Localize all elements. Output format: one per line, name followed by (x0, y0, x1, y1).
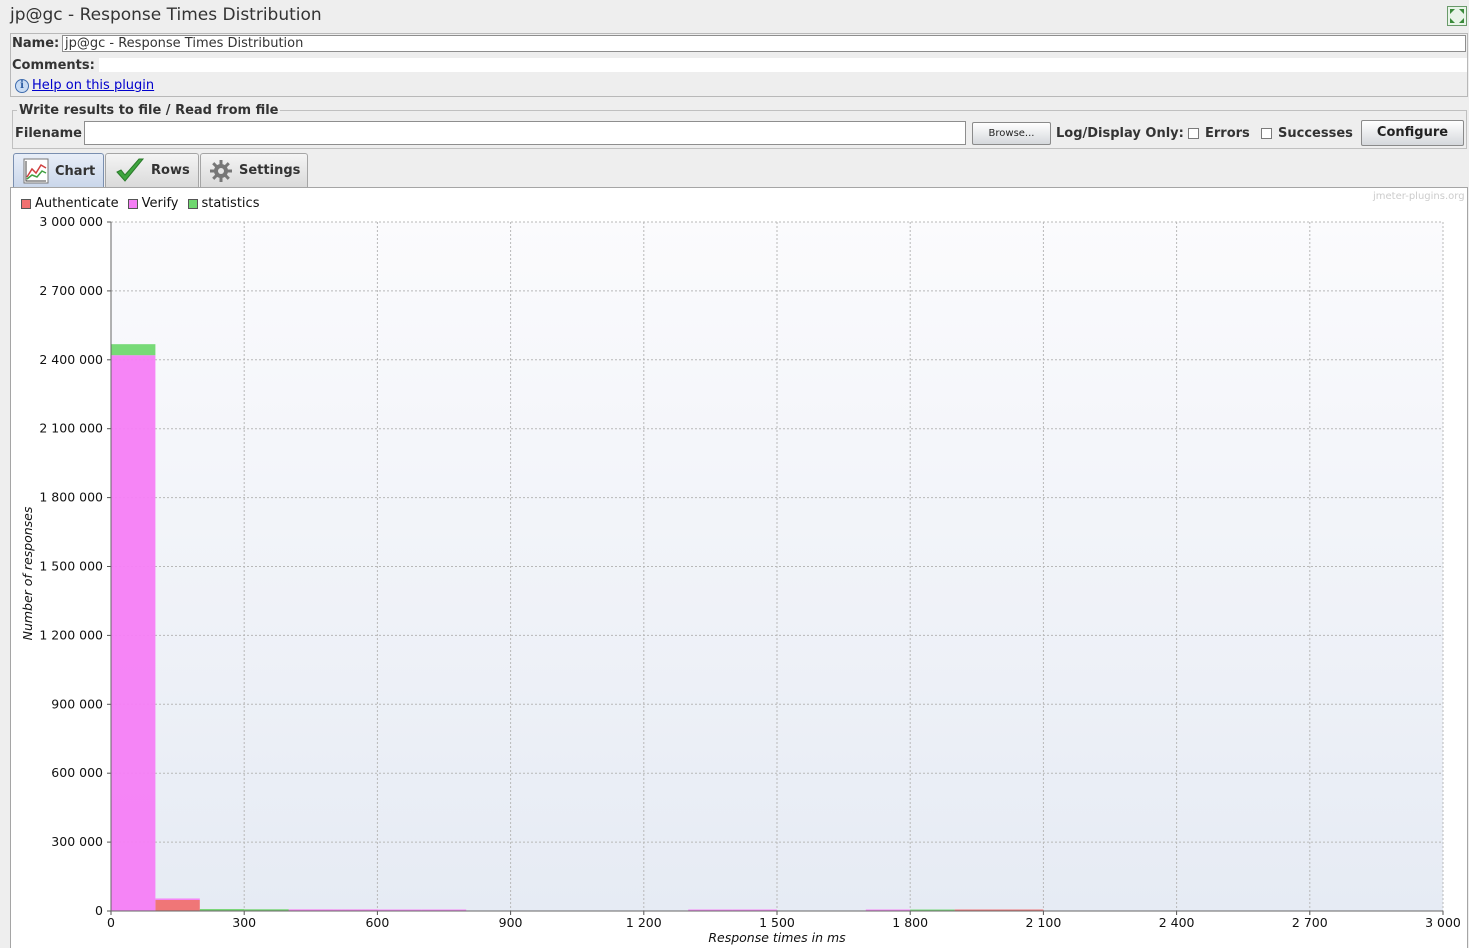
x-tick-label: 2 400 (1159, 915, 1195, 930)
legend-label: Verify (141, 196, 179, 211)
watermark: jmeter-plugins.org (1373, 191, 1465, 202)
x-tick-label: 1 500 (759, 915, 795, 930)
bar-authenticate (155, 899, 200, 911)
y-tick-label: 1 800 000 (39, 490, 103, 505)
bar-statistics (199, 909, 245, 911)
legend-label: Authenticate (35, 196, 119, 211)
y-tick-label: 300 000 (51, 834, 103, 849)
y-tick-label: 2 700 000 (39, 283, 103, 298)
x-tick-label: 300 (232, 915, 256, 930)
y-tick-label: 2 400 000 (39, 352, 103, 367)
legend-item-statistics: statistics (187, 196, 260, 211)
bar-verify (155, 898, 200, 900)
x-tick-label: 1 200 (626, 915, 662, 930)
y-tick-label: 900 000 (51, 696, 103, 711)
y-tick-label: 600 000 (51, 765, 103, 780)
chart-legend: Authenticate Verify statistics (21, 196, 268, 211)
x-tick-label: 2 700 (1292, 915, 1328, 930)
bar-verify (111, 355, 156, 911)
y-axis-title: Number of responses (20, 506, 35, 640)
y-tick-label: 1 500 000 (39, 559, 103, 574)
legend-item-verify: Verify (127, 196, 179, 211)
legend-swatch (127, 198, 138, 209)
x-tick-label: 900 (499, 915, 523, 930)
x-tick-label: 0 (107, 915, 115, 930)
y-tick-label: 1 200 000 (39, 627, 103, 642)
x-tick-label: 1 800 (892, 915, 928, 930)
y-tick-label: 0 (95, 903, 103, 918)
response-times-chart: 0 300 000 600 000 900 000 1 200 000 1 500 000… (20, 214, 1461, 945)
bar-statistics (111, 344, 156, 356)
y-tick-label: 2 100 000 (39, 421, 103, 436)
x-tick-label: 600 (365, 915, 389, 930)
legend-swatch (187, 198, 198, 209)
y-tick-label: 3 000 000 (39, 214, 103, 229)
x-tick-label: 2 100 (1026, 915, 1062, 930)
legend-swatch (21, 198, 31, 209)
legend-label: statistics (201, 196, 260, 211)
x-axis-title: Response times in ms (708, 930, 846, 945)
x-tick-label: 3 000 (1425, 915, 1461, 930)
legend-item-authenticate: Authenticate (21, 196, 119, 211)
